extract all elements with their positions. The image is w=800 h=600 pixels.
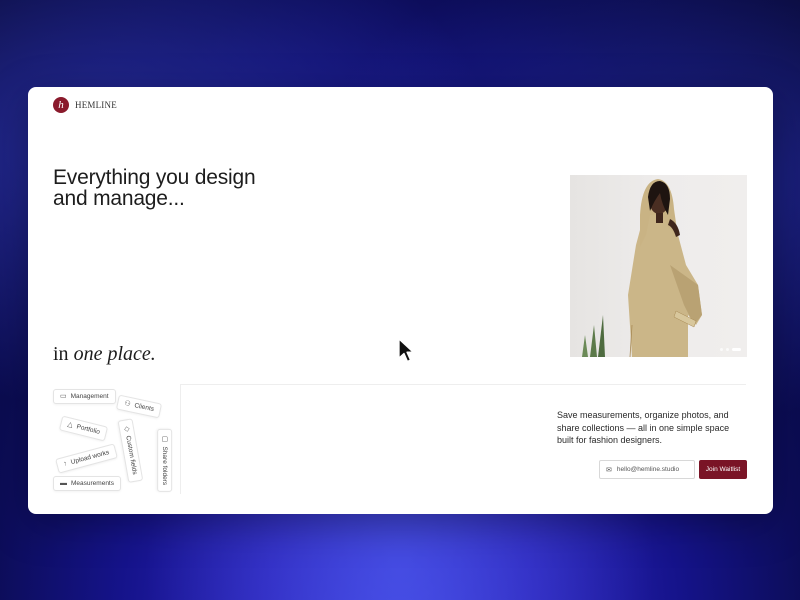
product-description: Save measurements, organize photos, and …: [557, 410, 730, 445]
tagline-prefix: in: [53, 343, 74, 365]
feature-chip-measurements: ▬ Measurements: [53, 476, 121, 491]
brand-logo[interactable]: h HEMLINE: [53, 97, 117, 113]
logo-mark-icon: h: [53, 97, 69, 113]
shapes-icon: △: [66, 421, 74, 430]
carousel-dot-3-active[interactable]: [732, 348, 741, 351]
headline-line-2: and manage...: [53, 187, 185, 210]
upload-icon: ↑: [62, 460, 69, 468]
feature-chip-upload-works: ↑ Upload works: [55, 443, 118, 474]
feature-label: Measurements: [71, 480, 114, 487]
feature-label: Upload works: [70, 449, 110, 467]
carousel-dot-2[interactable]: [726, 348, 729, 351]
landing-page-window: h HEMLINE Everything you design and mana…: [28, 87, 773, 514]
feature-label: Custom fields: [124, 435, 139, 476]
feature-label: Clients: [133, 402, 155, 414]
ruler-icon: ▬: [60, 480, 67, 487]
brand-name: HEMLINE: [75, 100, 117, 110]
feature-chip-portfolio: △ Portfolio: [58, 415, 109, 442]
user-icon: ⚇: [123, 399, 132, 409]
hero-headline: Everything you design and manage...: [53, 166, 256, 210]
feature-chip-clients: ⚇ Clients: [115, 394, 163, 419]
folder-share-icon: ▢: [161, 435, 169, 443]
email-input[interactable]: [616, 466, 691, 473]
feature-label: Portfolio: [75, 423, 101, 436]
feature-label: Management: [70, 393, 109, 400]
mail-icon: ✉: [606, 466, 612, 474]
tag-icon: ◇: [122, 425, 131, 433]
id-card-icon: ▭: [60, 393, 67, 400]
hero-tagline: in one place.: [53, 343, 156, 366]
model-photo: [582, 179, 702, 357]
section-divider-vertical: [180, 384, 181, 494]
join-waitlist-button[interactable]: Join Waitlist: [699, 460, 747, 479]
email-field[interactable]: ✉: [599, 460, 695, 479]
feature-label: Share folders: [161, 446, 169, 486]
feature-chip-management: ▭ Management: [53, 389, 116, 404]
headline-line-1: Everything you design: [53, 166, 256, 189]
hero-image: [570, 175, 747, 357]
carousel-indicator[interactable]: [720, 348, 741, 351]
mouse-cursor-icon: [398, 338, 414, 363]
feature-chip-custom-fields: ◇ Custom fields: [117, 418, 144, 483]
section-divider-horizontal: [180, 384, 746, 385]
tagline-emphasis: one place.: [73, 343, 156, 365]
carousel-dot-1[interactable]: [720, 348, 723, 351]
feature-chip-share-folders: ▢ Share folders: [157, 428, 173, 493]
